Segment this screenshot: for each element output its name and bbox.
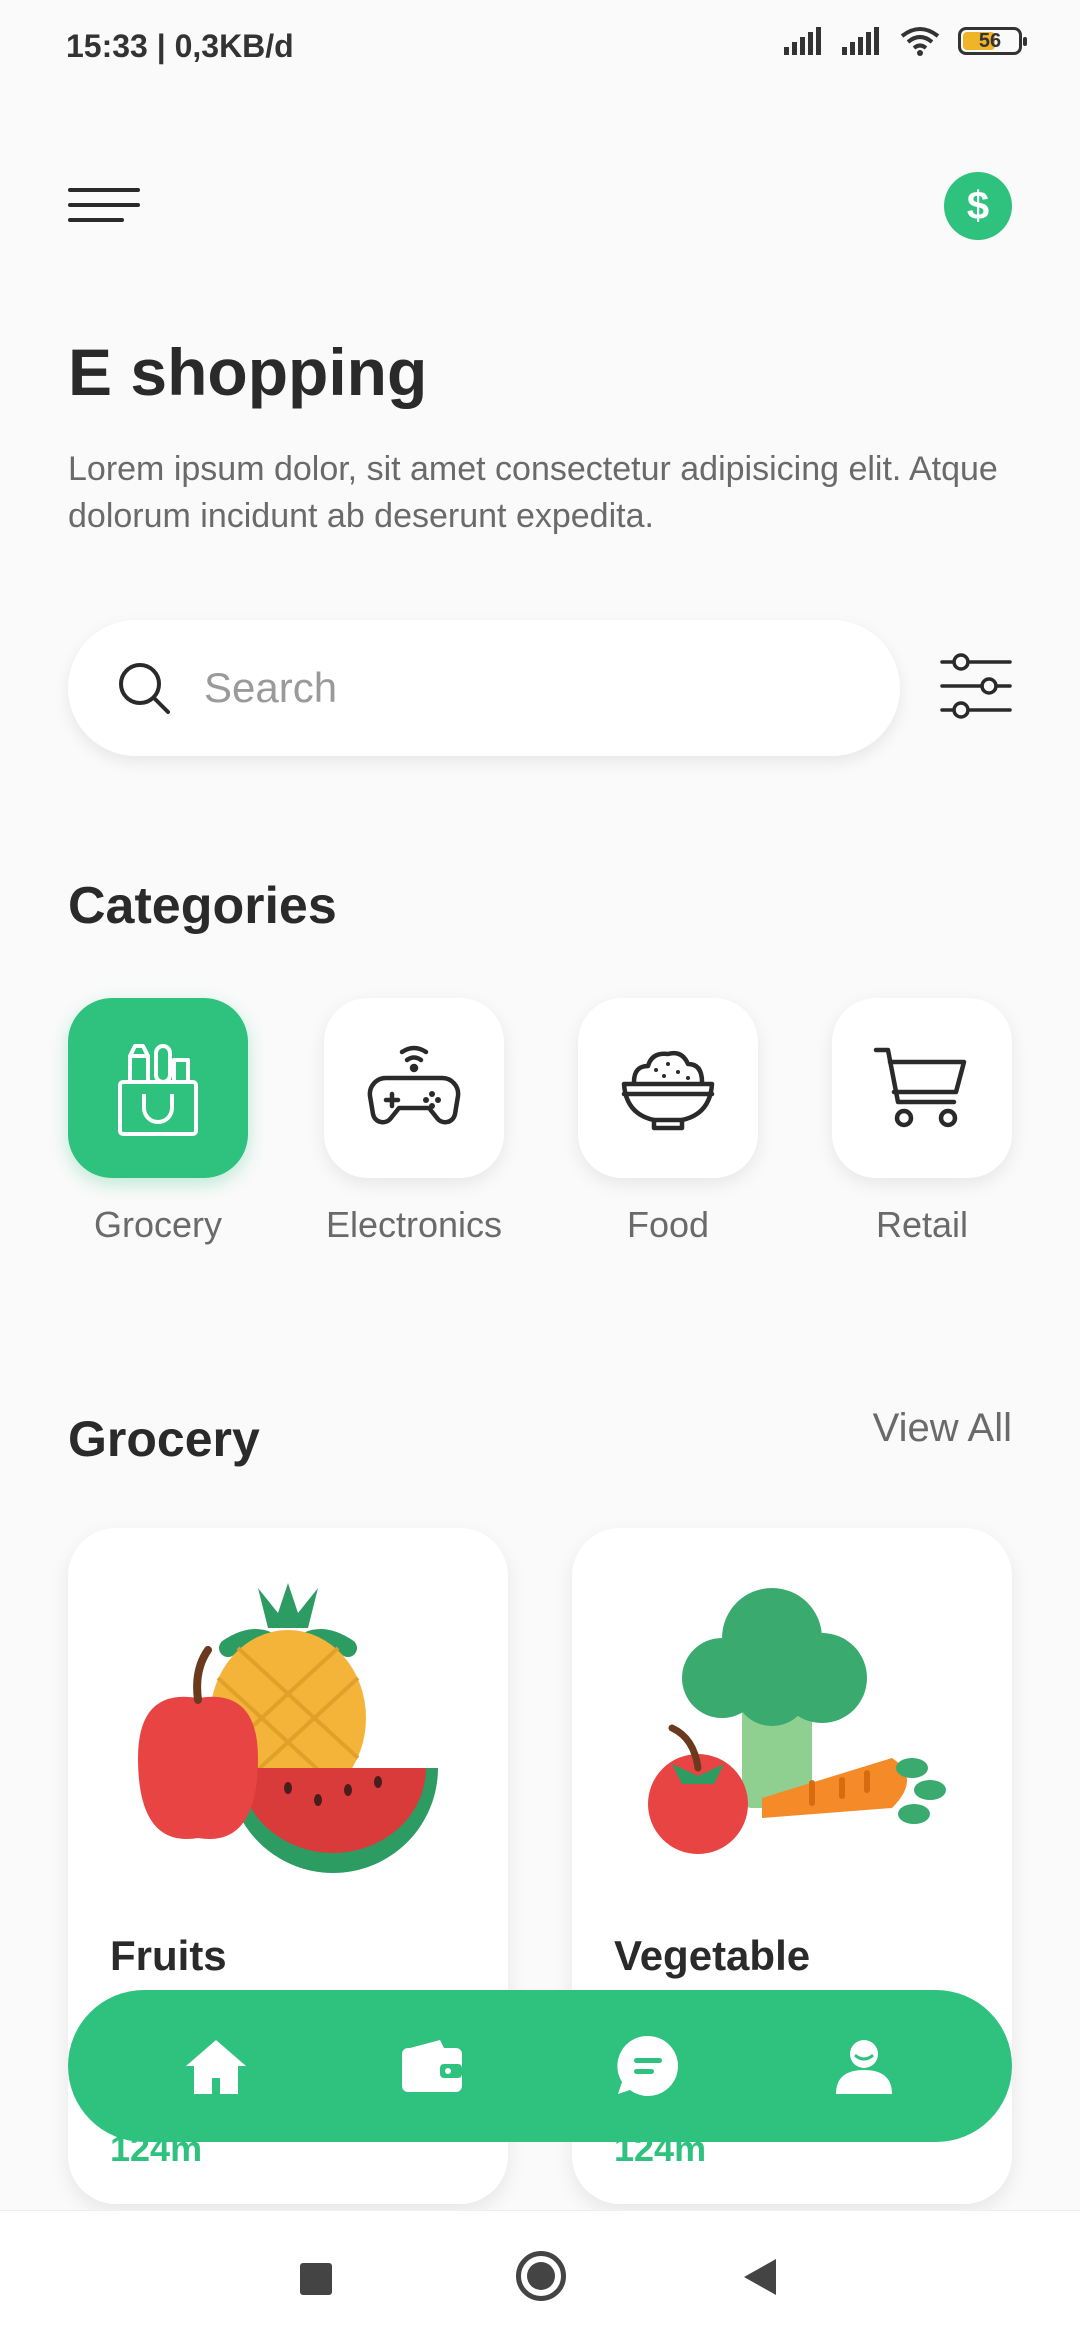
gamepad-icon bbox=[367, 1045, 461, 1125]
status-icons: 56 bbox=[784, 26, 1027, 56]
view-all-link[interactable]: View All bbox=[873, 1406, 1012, 1451]
system-nav-bar bbox=[0, 2210, 1080, 2341]
category-electronics[interactable]: Electronics bbox=[324, 998, 504, 1246]
filter-sliders-icon bbox=[940, 653, 1012, 719]
search-input[interactable] bbox=[202, 663, 806, 713]
product-name: Vegetable bbox=[614, 1932, 811, 1979]
signal-icon bbox=[842, 27, 879, 55]
grocery-section-title: Grocery bbox=[68, 1411, 260, 1467]
battery-icon: 56 bbox=[958, 27, 1027, 55]
grocery-bag-icon bbox=[118, 1044, 198, 1136]
category-label: Electronics bbox=[325, 1204, 503, 1245]
product-name: Fruits bbox=[110, 1932, 227, 1979]
search-bar[interactable] bbox=[68, 620, 900, 756]
vegetables-illustration bbox=[648, 1588, 946, 1854]
wifi-icon bbox=[900, 27, 940, 56]
search-icon bbox=[119, 663, 170, 714]
recent-apps-button[interactable] bbox=[300, 2263, 332, 2295]
category-food[interactable]: Food bbox=[578, 998, 758, 1246]
category-grocery[interactable]: Grocery bbox=[68, 998, 248, 1246]
page-subtitle: Lorem ipsum dolor, sit amet consectetur … bbox=[68, 450, 998, 535]
categories-title: Categories bbox=[68, 877, 337, 935]
filter-button[interactable] bbox=[940, 650, 1012, 722]
bottom-nav bbox=[68, 1990, 1012, 2142]
nav-chat[interactable] bbox=[608, 2026, 688, 2106]
cart-icon bbox=[873, 1047, 967, 1128]
back-button[interactable] bbox=[744, 2259, 776, 2295]
status-time: 15:33 | 0,3KB/d bbox=[66, 28, 294, 64]
profile-icon bbox=[836, 2040, 892, 2094]
signal-icon bbox=[784, 27, 821, 55]
category-retail[interactable]: Retail bbox=[832, 998, 1012, 1246]
battery-level: 56 bbox=[978, 29, 1002, 52]
category-label: Retail bbox=[875, 1204, 969, 1245]
nav-home[interactable] bbox=[176, 2026, 256, 2106]
dollar-icon: $ bbox=[966, 183, 990, 228]
hamburger-icon bbox=[68, 188, 140, 192]
fruits-illustration bbox=[138, 1583, 438, 1873]
wallet-icon bbox=[402, 2040, 462, 2092]
chat-icon bbox=[617, 2035, 678, 2096]
nav-profile[interactable] bbox=[824, 2026, 904, 2106]
page-title: E shopping bbox=[68, 335, 428, 409]
home-button[interactable] bbox=[516, 2251, 566, 2301]
currency-button[interactable]: $ bbox=[944, 172, 1012, 240]
category-label: Food bbox=[626, 1204, 710, 1245]
rice-bowl-icon bbox=[621, 1050, 715, 1131]
category-label: Grocery bbox=[93, 1204, 223, 1245]
nav-wallet[interactable] bbox=[392, 2026, 472, 2106]
menu-button[interactable] bbox=[68, 188, 140, 228]
home-icon bbox=[186, 2040, 246, 2094]
